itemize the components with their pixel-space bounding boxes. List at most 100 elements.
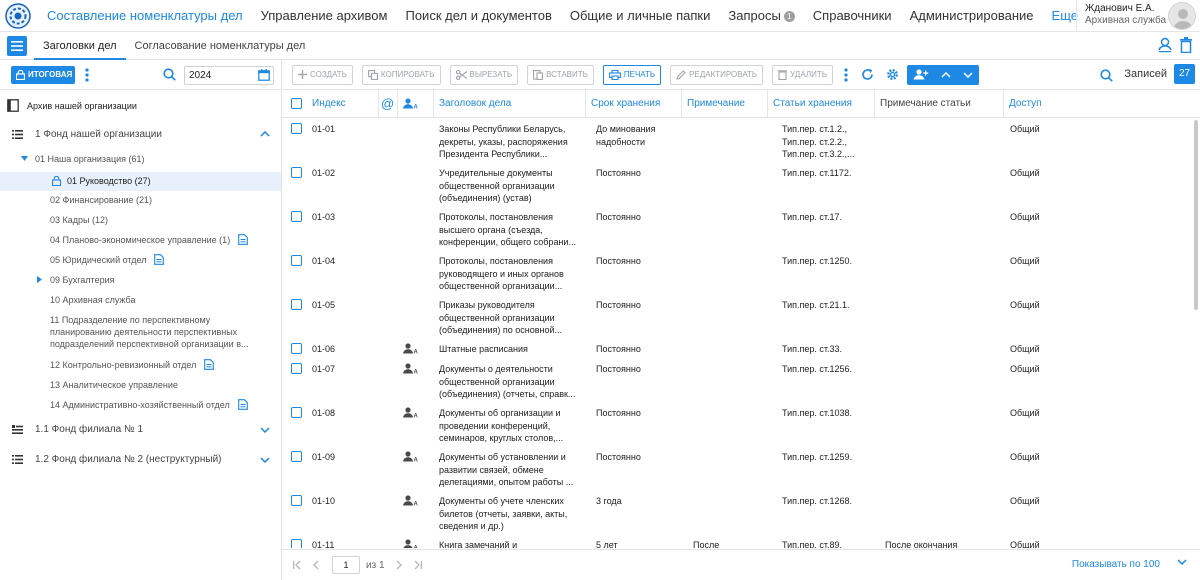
column-index[interactable]: Индекс xyxy=(307,90,379,118)
tree-dept-04[interactable]: 04 Планово-экономическое управление (1) xyxy=(0,234,281,248)
nav-search[interactable]: Поиск дел и документов xyxy=(396,0,560,32)
cut-button[interactable]: ВЫРЕЗАТЬ xyxy=(449,64,519,85)
tree-dept-12[interactable]: 12 Контрольно-ревизионный отдел xyxy=(0,359,281,373)
chevron-up-icon[interactable] xyxy=(941,71,951,78)
table-row[interactable]: 01-05 Приказы руководителя общественной ор… xyxy=(283,298,1195,342)
column-title[interactable]: Заголовок дела xyxy=(434,90,586,118)
tree-dept-03[interactable]: 03 Кадры (12) xyxy=(0,214,281,228)
cell-articles-line: Тип.пер. ст.1250. xyxy=(782,256,853,266)
row-checkbox[interactable] xyxy=(291,343,302,354)
cell-title: Документы об организации и проведении кон… xyxy=(439,407,584,445)
table-row[interactable]: 01-02 Учредительные документы общественной… xyxy=(283,166,1195,210)
chevron-down-icon[interactable] xyxy=(1177,559,1187,565)
row-checkbox[interactable] xyxy=(291,123,302,134)
user-menu[interactable]: Жданович Е.А. Архивная служба xyxy=(1076,0,1200,32)
table-row[interactable]: 01-03 Протоколы, постановления высшего орг… xyxy=(283,210,1195,254)
row-checkbox[interactable] xyxy=(291,363,302,374)
row-checkbox[interactable] xyxy=(291,211,302,222)
next-page-icon[interactable] xyxy=(395,560,403,570)
app-logo-icon[interactable] xyxy=(2,0,34,32)
column-note[interactable]: Примечание xyxy=(682,90,768,118)
copy-button[interactable]: КОПИРОВАТЬ xyxy=(361,64,441,85)
column-personal[interactable]: A xyxy=(398,90,434,118)
column-term[interactable]: Срок хранения xyxy=(586,90,682,118)
tree-fond-1-2[interactable]: 1.2 Фонд филиала № 2 (неструктурный) xyxy=(0,453,281,469)
row-checkbox[interactable] xyxy=(291,299,302,310)
chevron-down-icon[interactable] xyxy=(260,457,270,463)
row-checkbox[interactable] xyxy=(291,255,302,266)
more-vertical-icon[interactable] xyxy=(844,67,848,82)
table-row[interactable]: 01-10 A Документы об учете членских билетов… xyxy=(283,494,1195,538)
assign-user-button[interactable] xyxy=(906,64,979,85)
tree-dept-13[interactable]: 13 Аналитическое управление xyxy=(0,379,281,393)
tree-root[interactable]: Архив нашей организации xyxy=(0,98,281,114)
page-size-select[interactable]: Показывать по 100 xyxy=(1072,559,1160,570)
nav-requests[interactable]: Запросы 1 xyxy=(719,0,803,32)
tree-org[interactable]: 01 Наша организация (61) xyxy=(0,153,281,167)
tab-nomenclature-approval[interactable]: Согласование номенклатуры дел xyxy=(126,32,315,60)
table-row[interactable]: 01-01 Законы Республики Беларусь, декреты,… xyxy=(283,122,1195,166)
row-checkbox[interactable] xyxy=(291,451,302,462)
tree-dept-01[interactable]: 01 Руководство (27) xyxy=(0,172,281,191)
trash-icon[interactable] xyxy=(1180,37,1192,53)
first-page-icon[interactable] xyxy=(292,560,302,570)
tree-dept-label-line: подразделений перспективной организации … xyxy=(50,339,249,349)
cell-term-line: надобности xyxy=(596,136,646,147)
select-all-checkbox[interactable] xyxy=(291,98,302,109)
page-number-input[interactable]: 1 xyxy=(332,556,360,574)
row-checkbox[interactable] xyxy=(291,167,302,178)
column-article-note[interactable]: Примечание статьи xyxy=(875,90,1004,118)
avatar[interactable] xyxy=(1168,2,1196,30)
column-email[interactable]: @ xyxy=(379,90,398,118)
chevron-down-icon[interactable] xyxy=(260,427,270,433)
refresh-icon[interactable] xyxy=(861,68,874,81)
tree-dept-05[interactable]: 05 Юридический отдел xyxy=(0,254,281,268)
nav-reference[interactable]: Справочники xyxy=(804,0,901,32)
caret-down-icon[interactable] xyxy=(21,156,28,161)
paste-button[interactable]: ВСТАВИТЬ xyxy=(527,64,594,85)
year-input[interactable]: 2024 xyxy=(184,66,274,85)
tree-dept-02[interactable]: 02 Финансирование (21) xyxy=(0,194,281,208)
search-icon[interactable] xyxy=(163,68,176,81)
tree-dept-14[interactable]: 14 Административно-хозяйственный отдел xyxy=(0,399,281,413)
tree-fond-1[interactable]: 1 Фонд нашей организации xyxy=(0,128,281,144)
row-checkbox[interactable] xyxy=(291,407,302,418)
row-checkbox[interactable] xyxy=(291,539,302,548)
caret-right-icon[interactable] xyxy=(37,276,42,283)
user-search-icon[interactable] xyxy=(1158,37,1172,53)
edit-button[interactable]: РЕДАКТИРОВАТЬ xyxy=(670,64,764,85)
delete-button[interactable]: УДАЛИТЬ xyxy=(772,64,833,85)
last-page-icon[interactable] xyxy=(413,560,423,570)
tree-dept-10[interactable]: 10 Архивная служба xyxy=(0,294,281,308)
column-access[interactable]: Доступ xyxy=(1004,90,1195,118)
create-button[interactable]: СОЗДАТЬ xyxy=(292,64,353,85)
print-button[interactable]: ПЕЧАТЬ xyxy=(602,64,662,85)
tree-fond-1-1[interactable]: 1.1 Фонд филиала № 1 xyxy=(0,423,281,439)
tree-dept-11[interactable]: 11 Подразделение по перспективному плани… xyxy=(0,314,281,352)
table-row[interactable]: 01-08 A Документы об организации и проведен… xyxy=(283,406,1195,450)
row-checkbox[interactable] xyxy=(291,495,302,506)
table-row[interactable]: 01-11 A Книга замечаний и 5 лет После Тип.пер… xyxy=(283,538,1195,548)
final-version-button[interactable]: ИТОГОВАЯ xyxy=(11,65,75,84)
table-row[interactable]: 01-07 A Документы о деятельности общественн… xyxy=(283,362,1195,406)
tree-dept-09[interactable]: 09 Бухгалтерия xyxy=(0,274,281,288)
nav-compile-nomenclature[interactable]: Составление номенклатуры дел xyxy=(38,0,252,32)
tab-case-headings[interactable]: Заголовки дел xyxy=(34,32,126,60)
chevron-up-icon[interactable] xyxy=(260,131,270,137)
search-icon[interactable] xyxy=(1100,69,1113,82)
table-row[interactable]: 01-04 Протоколы, постановления руководящег… xyxy=(283,254,1195,298)
hamburger-menu-icon[interactable] xyxy=(7,35,27,56)
nav-administration[interactable]: Администрирование xyxy=(901,0,1043,32)
vertical-scrollbar[interactable] xyxy=(1194,120,1198,310)
cell-access: Общий xyxy=(1010,408,1040,418)
nav-archive-management[interactable]: Управление архивом xyxy=(252,0,397,32)
nav-folders[interactable]: Общие и личные папки xyxy=(561,0,719,32)
calendar-icon[interactable] xyxy=(258,69,270,81)
gear-icon[interactable] xyxy=(886,68,899,81)
column-articles[interactable]: Статьи хранения xyxy=(768,90,875,118)
table-row[interactable]: 01-09 A Документы об установлении и развити… xyxy=(283,450,1195,494)
plus-icon xyxy=(298,70,307,79)
prev-page-icon[interactable] xyxy=(312,560,320,570)
chevron-down-icon[interactable] xyxy=(963,71,973,78)
more-vertical-icon[interactable] xyxy=(85,67,89,82)
